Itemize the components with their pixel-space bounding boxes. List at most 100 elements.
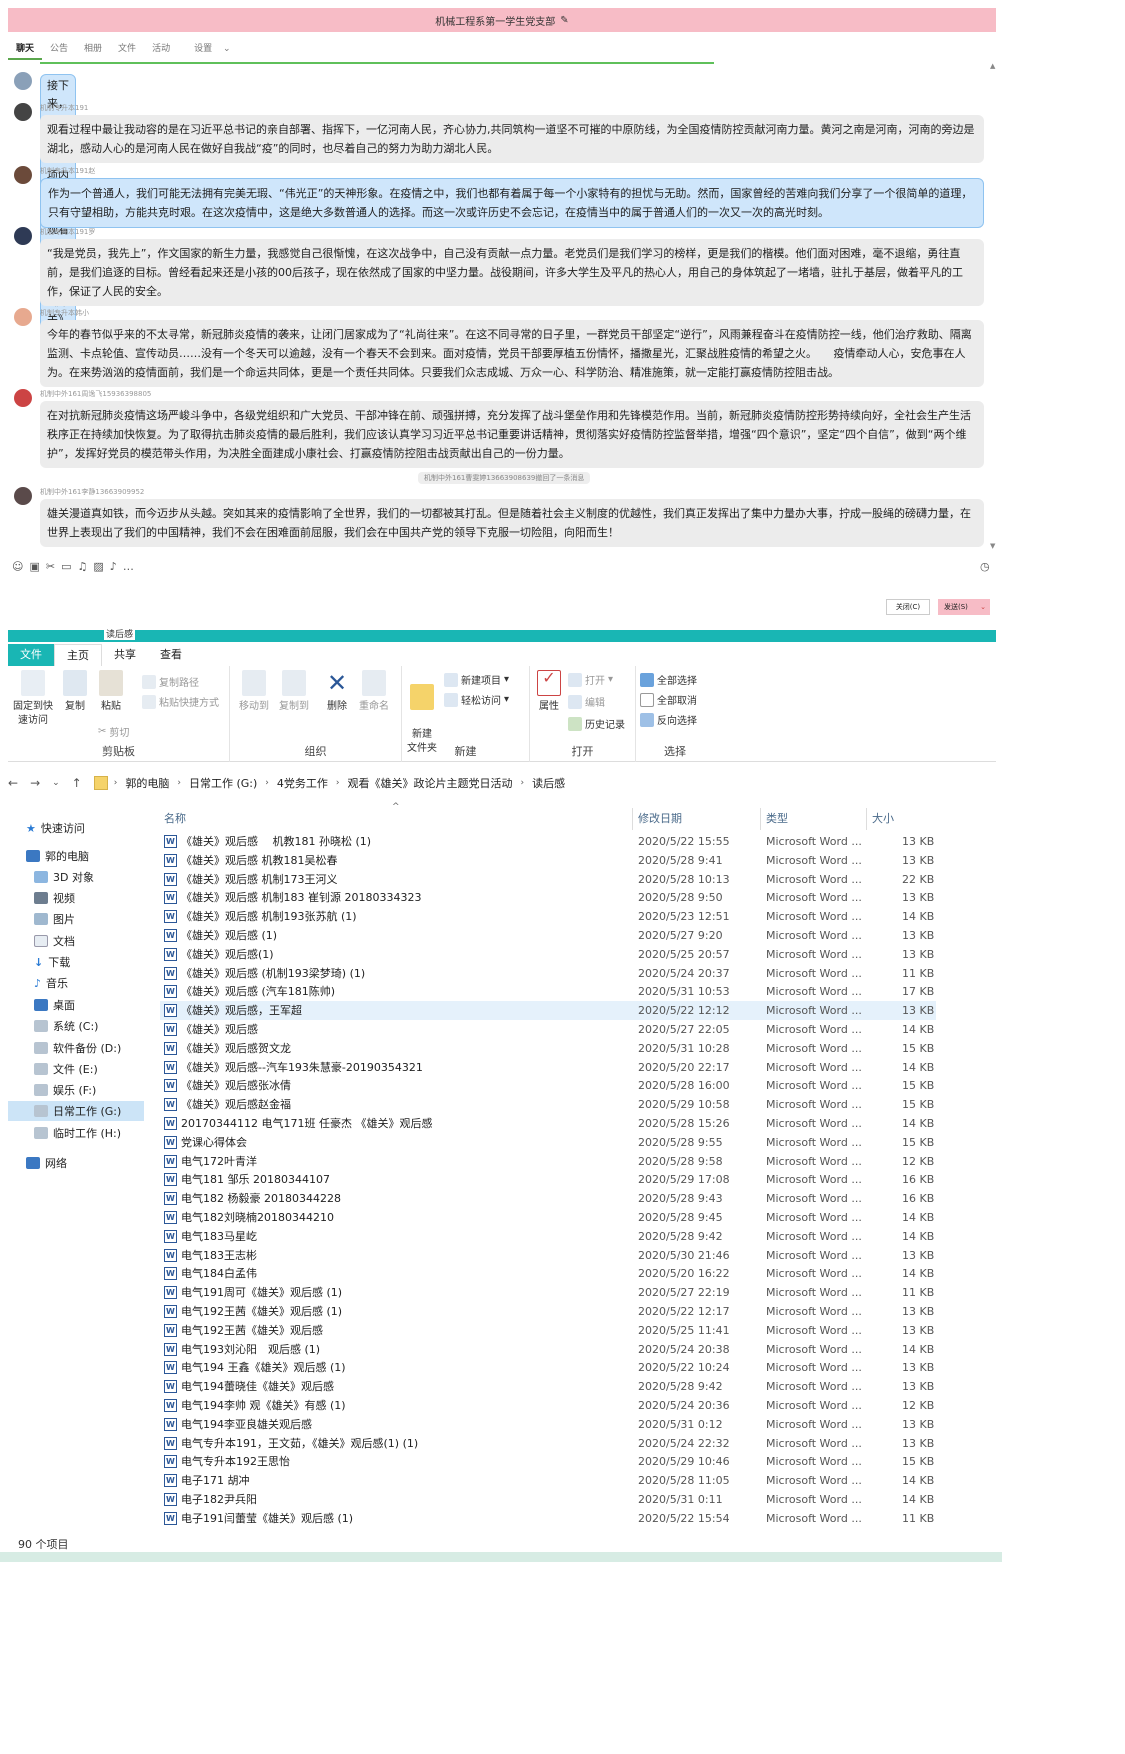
forward-arrow-icon[interactable]: →	[30, 776, 40, 790]
avatar[interactable]	[14, 103, 32, 121]
file-name[interactable]: 电子171 胡冲	[164, 1471, 629, 1490]
tab-activity[interactable]: 活动	[144, 38, 178, 60]
column-header-type[interactable]: 类型	[766, 808, 788, 830]
new-item-button[interactable]: 新建项目 ▾	[444, 672, 509, 687]
file-name[interactable]: 《雄关》观后感	[164, 1020, 629, 1039]
file-name[interactable]: 20170344112 电气171班 任豪杰 《雄关》观后感	[164, 1114, 629, 1133]
sidebar-item-drive-g[interactable]: 日常工作 (G:)	[8, 1101, 144, 1121]
breadcrumb-item[interactable]: 4党务工作	[277, 775, 328, 791]
chevron-down-icon[interactable]: ⌄	[52, 778, 60, 788]
sidebar-item-documents[interactable]: 文档	[34, 931, 170, 951]
close-button[interactable]: 关闭(C)	[886, 599, 930, 615]
copy-to-button[interactable]: 复制到	[276, 670, 312, 714]
file-row[interactable]: 党课心得体会 2020/5/28 9:55 Microsoft Word ... 15…	[160, 1133, 936, 1152]
tab-home[interactable]: 主页	[54, 644, 102, 666]
file-row[interactable]: 20170344112 电气171班 任豪杰 《雄关》观后感 2020/5/28 …	[160, 1114, 936, 1133]
file-row[interactable]: 《雄关》观后感 机制173王河义 2020/5/28 10:13 Microsoft…	[160, 870, 936, 889]
sidebar-item-desktop[interactable]: 桌面	[34, 995, 170, 1015]
open-button[interactable]: 打开 ▾	[568, 672, 613, 687]
file-name[interactable]: 电子191闫蕾莹《雄关》观后感 (1)	[164, 1509, 629, 1528]
file-name[interactable]: 电气182刘晓楠20180344210	[164, 1208, 629, 1227]
select-all-button[interactable]: 全部选择	[640, 672, 697, 687]
file-name[interactable]: 电气193刘沁阳 观后感 (1)	[164, 1340, 629, 1359]
cut-button[interactable]: ✂ 剪切	[98, 724, 129, 739]
file-name[interactable]: 《雄关》观后感(1)	[164, 945, 629, 964]
scroll-up-icon[interactable]: ▲	[990, 62, 996, 70]
file-row[interactable]: 电气184白孟伟 2020/5/20 16:22 Microsoft Word ..…	[160, 1264, 936, 1283]
sidebar-item-this-pc[interactable]: 郭的电脑	[26, 846, 162, 866]
edit-icon[interactable]: ✎	[560, 15, 568, 26]
tab-file[interactable]: 文件	[8, 644, 54, 666]
emoji-icon[interactable]: ☺	[12, 560, 23, 573]
file-row[interactable]: 电子182尹兵阳 2020/5/31 0:11 Microsoft Word ...…	[160, 1490, 936, 1509]
file-name[interactable]: 电气192王茜《雄关》观后感	[164, 1321, 629, 1340]
file-row[interactable]: 电气183王志彬 2020/5/30 21:46 Microsoft Word ..…	[160, 1246, 936, 1265]
file-row[interactable]: 电气183马星屹 2020/5/28 9:42 Microsoft Word ...…	[160, 1227, 936, 1246]
sidebar-item-music[interactable]: ♪ 音乐	[34, 973, 170, 993]
file-name[interactable]: 电气专升本191，王文茹，《雄关》观后感(1) (1)	[164, 1434, 629, 1453]
file-row[interactable]: 电气192王茜《雄关》观后感 (1) 2020/5/22 12:17 Microso…	[160, 1302, 936, 1321]
file-name[interactable]: 《雄关》观后感--汽车193朱慧豪-20190354321	[164, 1058, 629, 1077]
breadcrumb-item[interactable]: 郭的电脑	[125, 775, 169, 791]
file-row[interactable]: 电气194李亚良雄关观后感 2020/5/31 0:12 Microsoft Wor…	[160, 1415, 936, 1434]
scissors-icon[interactable]: ✂	[46, 560, 55, 573]
pin-button[interactable]: 固定到快速访问	[10, 670, 56, 728]
file-row[interactable]: 电气194 王鑫《雄关》观后感 (1) 2020/5/22 10:24 Micros…	[160, 1358, 936, 1377]
column-header-name[interactable]: 名称	[164, 808, 186, 830]
breadcrumb-item[interactable]: 读后感	[532, 775, 565, 791]
file-name[interactable]: 《雄关》观后感 (汽车181陈帅)	[164, 982, 629, 1001]
file-name[interactable]: 电气194李帅 观《雄关》有感 (1)	[164, 1396, 629, 1415]
file-name[interactable]: 《雄关》观后感 机制193张苏航 (1)	[164, 907, 629, 926]
sidebar-item-drive-e[interactable]: 文件 (E:)	[34, 1059, 170, 1079]
file-name[interactable]: 《雄关》观后感 机教181吴松春	[164, 851, 629, 870]
file-name[interactable]: 《雄关》观后感张冰倩	[164, 1076, 629, 1095]
file-row[interactable]: 电气193刘沁阳 观后感 (1) 2020/5/24 20:38 Microsoft…	[160, 1340, 936, 1359]
sidebar-item-drive-f[interactable]: 娱乐 (F:)	[34, 1080, 170, 1100]
history-button[interactable]: 历史记录	[568, 716, 625, 731]
file-name[interactable]: 党课心得体会	[164, 1133, 629, 1152]
chevron-right-icon[interactable]: ›	[336, 778, 340, 788]
file-name[interactable]: 《雄关》观后感 (1)	[164, 926, 629, 945]
file-row[interactable]: 《雄关》观后感贺文龙 2020/5/31 10:28 Microsoft Word …	[160, 1039, 936, 1058]
file-row[interactable]: 《雄关》观后感，王军超 2020/5/22 12:12 Microsoft Word…	[160, 1001, 936, 1020]
image-icon[interactable]: ▨	[93, 560, 103, 573]
edit-button[interactable]: 编辑	[568, 694, 605, 709]
file-row[interactable]: 《雄关》观后感张冰倩 2020/5/28 16:00 Microsoft Word …	[160, 1076, 936, 1095]
tab-share[interactable]: 共享	[102, 644, 148, 666]
tab-notice[interactable]: 公告	[42, 38, 76, 60]
file-row[interactable]: 《雄关》观后感赵金福 2020/5/29 10:58 Microsoft Word …	[160, 1095, 936, 1114]
file-row[interactable]: 《雄关》观后感(1) 2020/5/25 20:57 Microsoft Word …	[160, 945, 936, 964]
file-row[interactable]: 电气专升本192王思怡 2020/5/29 10:46 Microsoft Word…	[160, 1452, 936, 1471]
move-to-button[interactable]: 移动到	[236, 670, 272, 714]
file-row[interactable]: 电气194李帅 观《雄关》有感 (1) 2020/5/24 20:36 Micros…	[160, 1396, 936, 1415]
tab-album[interactable]: 相册	[76, 38, 110, 60]
up-arrow-icon[interactable]: ↑	[72, 776, 82, 790]
file-row[interactable]: 《雄关》观后感--汽车193朱慧豪-20190354321 2020/5/20 2…	[160, 1058, 936, 1077]
chevron-right-icon[interactable]: ›	[265, 778, 269, 788]
file-row[interactable]: 电气192王茜《雄关》观后感 2020/5/25 11:41 Microsoft W…	[160, 1321, 936, 1340]
file-name[interactable]: 电气194 王鑫《雄关》观后感 (1)	[164, 1358, 629, 1377]
file-row[interactable]: 电气191周可《雄关》观后感 (1) 2020/5/27 22:19 Microso…	[160, 1283, 936, 1302]
folder-icon[interactable]: ▭	[61, 560, 71, 573]
file-name[interactable]: 《雄关》观后感 机制173王河义	[164, 870, 629, 889]
sidebar-item-pictures[interactable]: 图片	[34, 909, 170, 929]
more-icon[interactable]: …	[123, 560, 134, 573]
invert-selection-button[interactable]: 反向选择	[640, 712, 697, 727]
file-row[interactable]: 《雄关》观后感 2020/5/27 22:05 Microsoft Word ...…	[160, 1020, 936, 1039]
column-header-date[interactable]: 修改日期	[638, 808, 682, 830]
file-name[interactable]: 《雄关》观后感赵金福	[164, 1095, 629, 1114]
back-arrow-icon[interactable]: ←	[8, 776, 18, 790]
tab-files[interactable]: 文件	[110, 38, 144, 60]
history-clock-icon[interactable]: ◷	[980, 560, 990, 573]
sidebar-item-videos[interactable]: 视频	[34, 888, 170, 908]
sidebar-item-drive-h[interactable]: 临时工作 (H:)	[34, 1123, 170, 1143]
gif-icon[interactable]: ▣	[29, 560, 39, 573]
file-name[interactable]: 电气194蕾晓佳《雄关》观后感	[164, 1377, 629, 1396]
music-icon[interactable]: ♫	[78, 560, 88, 573]
sidebar-item-quick-access[interactable]: ★ 快速访问	[26, 818, 162, 838]
copy-button[interactable]: 复制	[60, 670, 90, 714]
tab-chat[interactable]: 聊天	[8, 38, 43, 60]
avatar[interactable]	[14, 227, 32, 245]
paste-button[interactable]: 粘贴	[96, 670, 126, 714]
file-row[interactable]: 电气182刘晓楠20180344210 2020/5/28 9:45 Microso…	[160, 1208, 936, 1227]
